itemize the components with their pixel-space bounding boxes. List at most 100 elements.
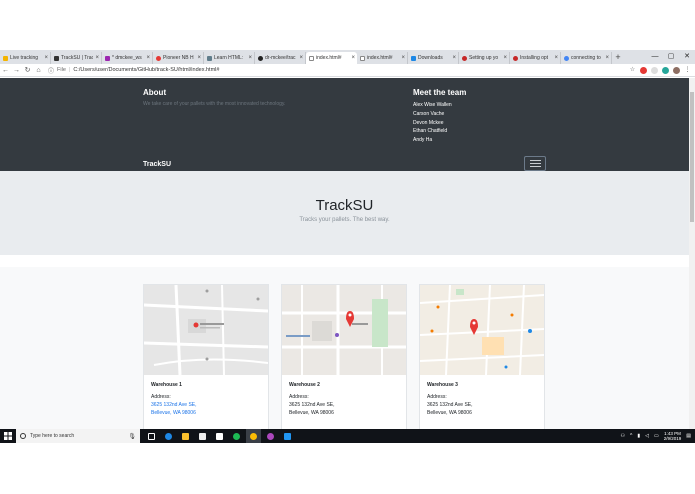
browser-tab[interactable]: Setting up yo × [459,52,510,64]
bookmark-star-icon[interactable]: ☆ [629,67,636,74]
file-icon [360,55,365,61]
chrome-icon[interactable] [246,429,261,443]
search-placeholder: Type here to search [30,433,75,439]
warehouse-cards: Warehouse 1 Address: 3625 132nd Ave SE, … [0,267,689,429]
address-label: Address: [427,394,447,400]
clock-date: 2/9/2019 [663,436,682,441]
github-icon [258,55,263,61]
home-icon[interactable]: ⌂ [33,67,44,74]
volume-icon[interactable]: ◁ [645,433,649,439]
extension-icon[interactable] [662,67,669,74]
browser-tab[interactable]: Installing opt × [510,52,561,64]
extension-icon[interactable] [651,67,658,74]
minimize-button[interactable]: — [647,50,663,64]
browser-tab[interactable]: TrackSU | Trac × [51,52,102,64]
url-text[interactable]: C:/Users/user/Documents/GitHub/track-SU/… [73,67,219,73]
taskbar-apps [144,429,295,443]
close-tab-icon[interactable]: × [44,55,48,61]
warehouse-name: Warehouse 2 [289,382,320,388]
close-tab-icon[interactable]: × [351,55,355,61]
scrollbar-thumb[interactable] [690,92,694,222]
browser-toolbar: ← → ↻ ⌂ ⓘ File | C:/Users/user/Documents… [0,64,695,77]
windows-start-button[interactable] [0,429,16,443]
close-tab-icon[interactable]: × [605,55,609,61]
address-link[interactable]: Bellevue, WA 98006 [151,409,261,417]
browser-tab[interactable]: Downloads × [408,52,459,64]
browser-tab[interactable]: connecting to × [561,52,612,64]
forward-icon[interactable]: → [11,67,22,74]
favicon-icon [156,55,161,61]
browser-tab[interactable]: dr-mckee/trac × [255,52,306,64]
browser-tab[interactable]: * dmckee_ws × [102,52,153,64]
close-window-button[interactable]: ✕ [679,50,695,64]
new-tab-button[interactable]: + [612,52,624,64]
hamburger-line [529,160,541,161]
close-tab-icon[interactable]: × [452,55,456,61]
team-list: Alex Wise Wallen Carson Vache Devon Mcke… [413,101,452,145]
address-link[interactable]: 3625 132nd Ave SE, [151,401,261,409]
card-body: Warehouse 3 Address: 3625 132nd Ave SE, … [420,375,544,423]
browser-tab[interactable]: Learn HTML: × [204,52,255,64]
divider: | [68,67,71,73]
team-member: Ethan Chatfield [413,128,448,135]
menu-icon[interactable]: ⋮ [684,67,691,74]
mail-icon[interactable] [212,429,227,443]
browser-tab[interactable]: index.html# × [357,52,408,64]
clock[interactable]: 1:43 PM 2/9/2019 [664,431,682,442]
team-member: Andy Ha [413,137,433,144]
extension-icon[interactable] [640,67,647,74]
windows-taskbar: Type here to search 🎙 ⚇ ^ ▮ ◁ ▭ 1:43 PM … [0,429,695,443]
close-tab-icon[interactable]: × [554,55,558,61]
close-tab-icon[interactable]: × [95,55,99,61]
map-image[interactable] [144,285,268,375]
file-explorer-icon[interactable] [178,429,193,443]
google-icon [564,55,569,61]
about-text: We take care of your pallets with the mo… [143,101,286,107]
notifications-icon[interactable]: ▤ [686,433,691,439]
edge-icon[interactable] [161,429,176,443]
input-icon[interactable]: ▭ [654,433,659,439]
warehouse-card: Warehouse 3 Address: 3625 132nd Ave SE, … [419,284,545,429]
team-heading: Meet the team [413,88,467,97]
profile-avatar[interactable] [673,67,680,74]
address-bar[interactable]: ⓘ File | C:/Users/user/Documents/GitHub/… [48,65,608,75]
map-image[interactable] [282,285,406,375]
page-scrollbar[interactable] [689,78,695,429]
taskbar-search-box[interactable]: Type here to search 🎙 [16,429,140,443]
favicon-icon [513,55,518,61]
system-tray: ⚇ ^ ▮ ◁ ▭ 1:43 PM 2/9/2019 ▤ [621,429,691,443]
close-tab-icon[interactable]: × [248,55,252,61]
team-member: Alex Wise Wallen [413,102,452,108]
close-tab-icon[interactable]: × [197,55,201,61]
store-icon[interactable] [195,429,210,443]
maximize-button[interactable]: ▢ [663,50,679,64]
navbar-brand[interactable]: TrackSU [143,161,171,168]
browser-tab[interactable]: Pioneer NB H × [153,52,204,64]
back-icon[interactable]: ← [0,67,11,74]
favicon-icon [105,55,110,61]
chevron-up-icon[interactable]: ^ [630,433,632,439]
hamburger-line [529,166,541,167]
window-controls: — ▢ ✕ [647,50,695,64]
network-icon[interactable]: ▮ [637,433,640,439]
close-tab-icon[interactable]: × [401,55,405,61]
scheme-label: File [57,67,66,73]
vscode-icon[interactable] [280,429,295,443]
task-view-icon[interactable] [144,429,159,443]
favicon-icon [462,55,467,61]
navbar-toggler-button[interactable] [524,156,546,171]
close-tab-icon[interactable]: × [503,55,507,61]
close-tab-icon[interactable]: × [146,55,150,61]
browser-tab-active[interactable]: index.html# × [306,52,357,64]
microphone-icon[interactable]: 🎙 [128,433,136,440]
warehouse-card: Warehouse 2 Address: 3625 132nd Ave SE, … [281,284,407,429]
spotify-icon[interactable] [229,429,244,443]
close-tab-icon[interactable]: × [299,55,303,61]
app-icon[interactable] [263,429,278,443]
team-member: Devon Mckee [413,119,444,126]
reload-icon[interactable]: ↻ [22,66,33,74]
map-image[interactable] [420,285,544,375]
browser-tab[interactable]: Live tracking × [0,52,51,64]
info-icon[interactable]: ⓘ [48,66,54,75]
people-icon[interactable]: ⚇ [621,433,625,439]
